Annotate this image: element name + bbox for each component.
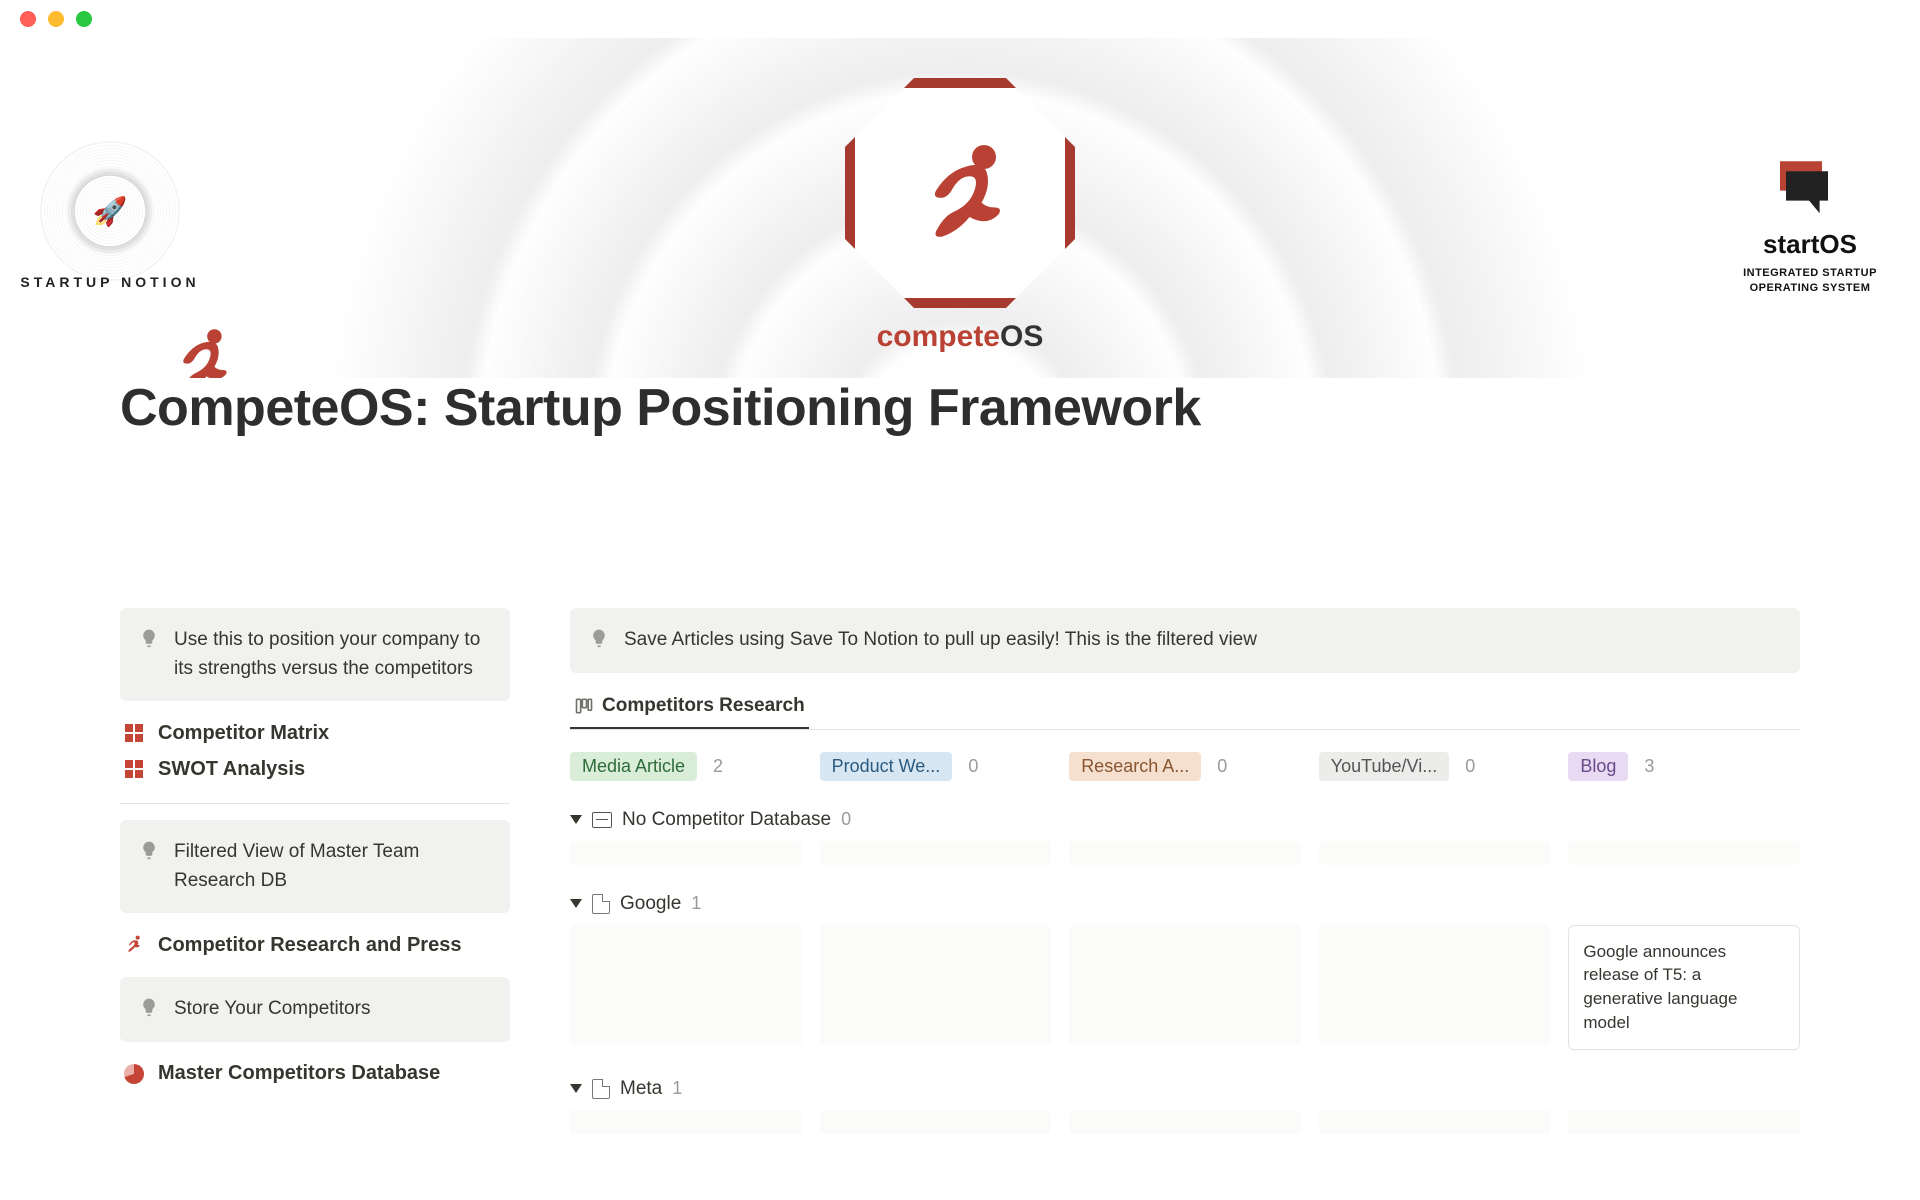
page-icon [592,1079,610,1099]
lightbulb-icon [138,626,160,683]
maximize-window-button[interactable] [76,11,92,27]
runner-icon [900,133,1020,253]
collapse-toggle-icon[interactable] [570,899,582,908]
runner-icon [122,933,146,957]
column-tag: Product We... [820,752,953,781]
grid-icon [125,760,143,778]
empty-slot [820,1110,1052,1134]
group-count: 0 [841,809,851,830]
empty-slot [570,841,802,865]
column-count: 0 [968,756,978,777]
main-content: Save Articles using Save To Notion to pu… [570,608,1800,1134]
collapse-toggle-icon[interactable] [570,815,582,824]
empty-slot [1319,1110,1551,1134]
board-column[interactable]: Media Article 2 [570,752,802,781]
group-header[interactable]: Google 1 [570,893,1800,915]
column-tag: Research A... [1069,752,1201,781]
page-title: CompeteOS: Startup Positioning Framework [120,378,1800,438]
lightbulb-icon [588,626,610,655]
nav-swot-analysis[interactable]: SWOT Analysis [120,751,510,787]
lightbulb-icon [138,838,160,895]
group-label: Google [620,893,681,915]
column-count: 2 [713,756,723,777]
column-tag: Media Article [570,752,697,781]
group-count: 1 [672,1078,682,1099]
group-count: 1 [691,893,701,914]
board-column[interactable]: Product We... 0 [820,752,1052,781]
board-column[interactable]: Blog 3 [1568,752,1800,781]
callout-positioning: Use this to position your company to its… [120,608,510,701]
callout-save-articles: Save Articles using Save To Notion to pu… [570,608,1800,673]
callout-filtered-view: Filtered View of Master Team Research DB [120,820,510,913]
collapse-toggle-icon[interactable] [570,1084,582,1093]
board-columns: Media Article2Product We...0Research A..… [570,752,1800,781]
window-titlebar [0,0,1920,38]
group-header[interactable]: Meta 1 [570,1078,1800,1100]
pie-chart-icon [124,1064,144,1084]
center-logo: competeOS [845,78,1075,354]
empty-slot [1069,925,1301,1045]
column-tag: Blog [1568,752,1628,781]
empty-slot [570,1110,802,1134]
empty-slot [1568,1110,1800,1134]
page-icon[interactable]: competeOS [140,322,260,378]
group-label: Meta [620,1078,662,1100]
sidebar: Use this to position your company to its… [120,608,510,1134]
callout-text: Use this to position your company to its… [174,626,492,683]
rocket-icon: 🚀 [93,195,128,228]
board-group: Google 1 Google announces release of T5: a… [570,893,1800,1050]
lightbulb-icon [138,995,160,1024]
group-label: No Competitor Database [622,809,831,831]
column-count: 0 [1465,756,1475,777]
close-window-button[interactable] [20,11,36,27]
nav-competitor-research-press[interactable]: Competitor Research and Press [120,927,510,963]
board-group: No Competitor Database 0 [570,809,1800,865]
database-view-tabs: Competitors Research [570,687,1800,730]
empty-slot [1319,841,1551,865]
board-group: Meta 1 [570,1078,1800,1134]
nav-master-competitors-db[interactable]: Master Competitors Database [120,1056,510,1092]
column-tag: YouTube/Vi... [1319,752,1449,781]
column-count: 0 [1217,756,1227,777]
startos-icon [1780,161,1840,221]
board-card[interactable]: Google announces release of T5: a genera… [1568,925,1800,1050]
board-column[interactable]: Research A... 0 [1069,752,1301,781]
empty-slot [570,925,802,1045]
column-count: 3 [1644,756,1654,777]
nav-competitor-matrix[interactable]: Competitor Matrix [120,715,510,751]
inbox-icon [592,812,612,828]
callout-store-competitors: Store Your Competitors [120,977,510,1042]
empty-slot [820,841,1052,865]
tab-competitors-research[interactable]: Competitors Research [570,687,809,729]
page-icon [592,894,610,914]
empty-slot [1319,925,1551,1045]
empty-slot [1568,841,1800,865]
badge-right-brand: startOS [1763,229,1857,260]
group-header[interactable]: No Competitor Database 0 [570,809,1800,831]
board-column[interactable]: YouTube/Vi... 0 [1319,752,1551,781]
empty-slot [1069,1110,1301,1134]
empty-slot [1069,841,1301,865]
cover-image: 🚀 STARTUP NOTION competeOS startOS INTEG… [0,38,1920,378]
board-icon [574,696,594,716]
grid-icon [125,724,143,742]
empty-slot [820,925,1052,1045]
minimize-window-button[interactable] [48,11,64,27]
